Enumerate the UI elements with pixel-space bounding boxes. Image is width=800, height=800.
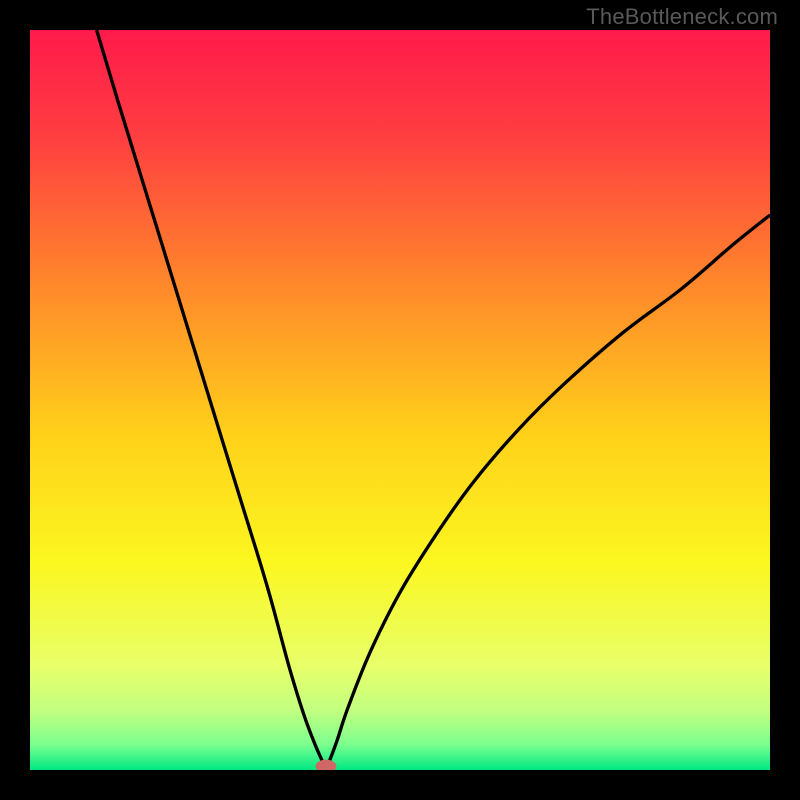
chart-frame: TheBottleneck.com [0,0,800,800]
gradient-background [30,30,770,770]
watermark-text: TheBottleneck.com [586,4,778,30]
bottleneck-chart [30,30,770,770]
